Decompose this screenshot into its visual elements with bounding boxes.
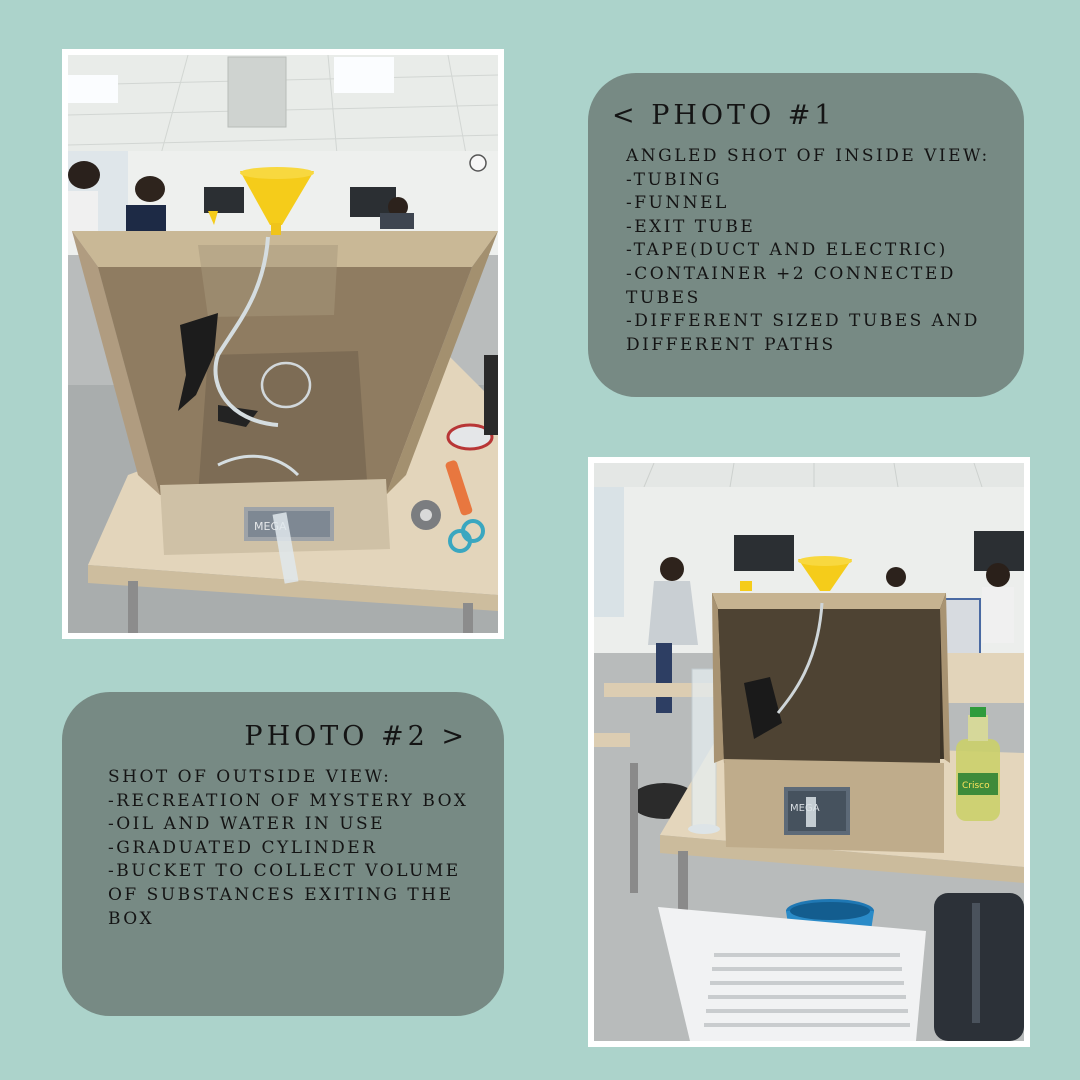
- list-item: -CONTAINER +2 CONNECTED TUBES: [626, 263, 964, 308]
- list-item: -DIFFERENT SIZED TUBES AND DIFFERENT PAT…: [626, 311, 988, 355]
- photo-2-bottle-label: Crisco: [962, 781, 990, 791]
- list-item: -RECREATION OF MYSTERY BOX: [108, 790, 469, 811]
- list-item: -TAPE(DUCT AND ELECTRIC): [626, 240, 948, 261]
- photo-1-caption-card: < PHOTO #1 ANGLED SHOT OF INSIDE VIEW: -…: [588, 73, 1024, 397]
- photo-1-title: < PHOTO #1: [612, 100, 836, 131]
- photo-2-heading: SHOT OF OUTSIDE VIEW:: [108, 767, 392, 787]
- list-item: -EXIT TUBE: [626, 216, 756, 237]
- list-item: -TUBING: [626, 169, 722, 190]
- photo-2-title: PHOTO #2 >: [244, 721, 468, 752]
- photo-2-image: MEGA Crisco: [594, 463, 1024, 1041]
- photo-1-description: ANGLED SHOT OF INSIDE VIEW: -TUBING -FUN…: [626, 145, 998, 357]
- photo-1-heading: ANGLED SHOT OF INSIDE VIEW:: [626, 146, 990, 166]
- photo-2-description: SHOT OF OUTSIDE VIEW: -RECREATION OF MYS…: [108, 766, 474, 931]
- photo-2-frame: MEGA Crisco: [588, 457, 1030, 1047]
- photo-1-frame: MEGA: [62, 49, 504, 639]
- list-item: -FUNNEL: [626, 193, 729, 214]
- photo-2-caption-card: PHOTO #2 > SHOT OF OUTSIDE VIEW: -RECREA…: [62, 692, 504, 1016]
- list-item: -GRADUATED CYLINDER: [108, 837, 378, 858]
- photo-1-image: MEGA: [68, 55, 498, 633]
- list-item: -BUCKET TO COLLECT VOLUME OF SUBSTANCES …: [108, 861, 469, 929]
- list-item: -OIL AND WATER IN USE: [108, 814, 386, 835]
